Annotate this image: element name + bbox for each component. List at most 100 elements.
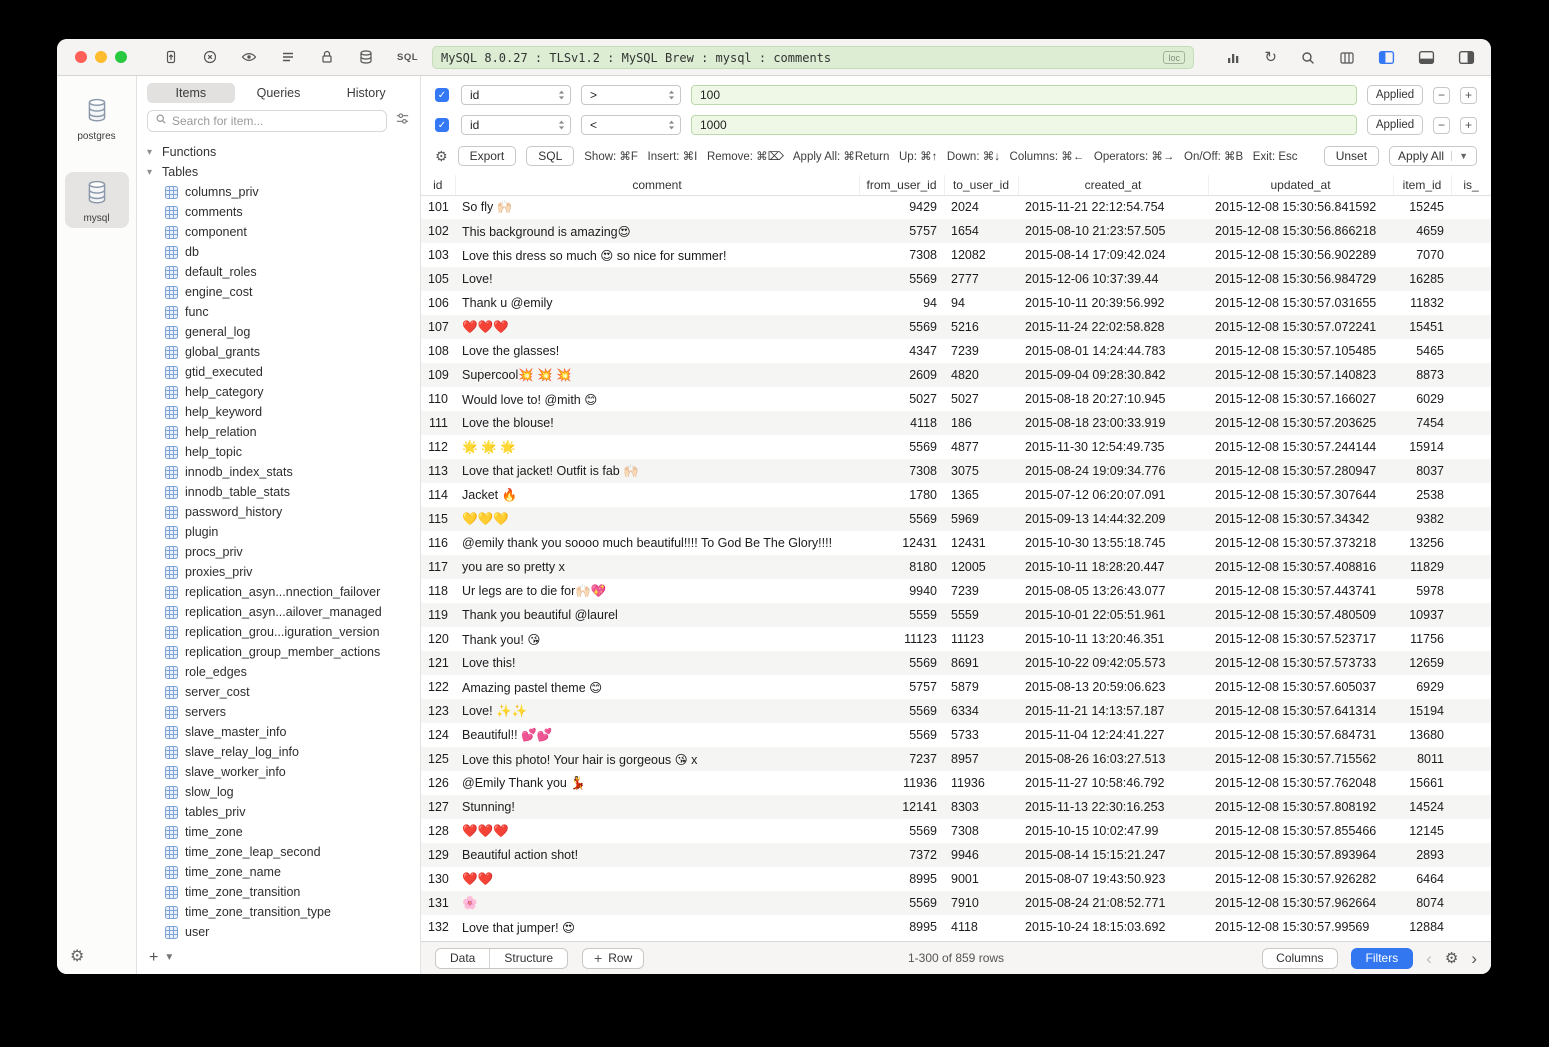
cell-id[interactable]: 110 (421, 387, 455, 411)
cell-to_user_id[interactable]: 7308 (944, 819, 1018, 843)
sql-icon[interactable]: SQL (397, 52, 418, 63)
cell-from_user_id[interactable]: 2609 (859, 363, 944, 387)
cell-item_id[interactable]: 15194 (1393, 699, 1451, 723)
cell-item_id[interactable]: 12145 (1393, 819, 1451, 843)
sidebar-item-innodb_table_stats[interactable]: innodb_table_stats (137, 482, 420, 502)
sidebar-item-time_zone_transition[interactable]: time_zone_transition (137, 882, 420, 902)
cell-item_id[interactable]: 16285 (1393, 267, 1451, 291)
cell-to_user_id[interactable]: 11936 (944, 771, 1018, 795)
cell-id[interactable]: 118 (421, 579, 455, 603)
cell-to_user_id[interactable]: 7910 (944, 891, 1018, 915)
cell-to_user_id[interactable]: 9001 (944, 867, 1018, 891)
cell-from_user_id[interactable]: 5569 (859, 315, 944, 339)
cell-comment[interactable]: Stunning! (455, 795, 859, 819)
table-columns-icon[interactable] (1339, 50, 1355, 66)
cell-created_at[interactable]: 2015-08-26 16:03:27.513 (1018, 747, 1208, 771)
sidebar-item-time_zone_transition_type[interactable]: time_zone_transition_type (137, 902, 420, 922)
columns-button[interactable]: Columns (1262, 948, 1337, 969)
cell-is_[interactable] (1451, 411, 1491, 435)
sidebar-item-time_zone[interactable]: time_zone (137, 822, 420, 842)
cell-item_id[interactable]: 11832 (1393, 291, 1451, 315)
refresh-icon[interactable]: ↻ (1264, 50, 1277, 65)
filter-column-select[interactable]: id (461, 115, 571, 135)
cell-is_[interactable] (1451, 339, 1491, 363)
table-row[interactable]: 123Love! ✨✨556963342015-11-21 14:13:57.1… (421, 699, 1491, 723)
cell-id[interactable]: 114 (421, 483, 455, 507)
cell-is_[interactable] (1451, 387, 1491, 411)
cell-updated_at[interactable]: 2015-12-08 15:30:57.480509 (1208, 603, 1393, 627)
table-row[interactable]: 106Thank u @emily94942015-10-11 20:39:56… (421, 291, 1491, 315)
cell-comment[interactable]: ❤️❤️ (455, 867, 859, 891)
cell-updated_at[interactable]: 2015-12-08 15:30:57.072241 (1208, 315, 1393, 339)
cell-created_at[interactable]: 2015-11-27 10:58:46.792 (1018, 771, 1208, 795)
cell-item_id[interactable]: 15661 (1393, 771, 1451, 795)
cell-created_at[interactable]: 2015-08-18 20:27:10.945 (1018, 387, 1208, 411)
cell-to_user_id[interactable]: 12431 (944, 531, 1018, 555)
cell-to_user_id[interactable]: 8957 (944, 747, 1018, 771)
cell-from_user_id[interactable]: 12431 (859, 531, 944, 555)
cell-item_id[interactable]: 15914 (1393, 435, 1451, 459)
table-row[interactable]: 107❤️❤️❤️556952162015-11-24 22:02:58.828… (421, 315, 1491, 339)
cell-updated_at[interactable]: 2015-12-08 15:30:57.808192 (1208, 795, 1393, 819)
chart-icon[interactable] (1225, 50, 1241, 66)
cell-updated_at[interactable]: 2015-12-08 15:30:57.203625 (1208, 411, 1393, 435)
cell-created_at[interactable]: 2015-10-24 18:15:03.692 (1018, 915, 1208, 939)
sidebar-item-comments[interactable]: comments (137, 202, 420, 222)
cell-updated_at[interactable]: 2015-12-08 15:30:57.280947 (1208, 459, 1393, 483)
cell-to_user_id[interactable]: 12082 (944, 243, 1018, 267)
cell-item_id[interactable]: 14524 (1393, 795, 1451, 819)
sidebar-item-help_keyword[interactable]: help_keyword (137, 402, 420, 422)
cell-is_[interactable] (1451, 843, 1491, 867)
cell-is_[interactable] (1451, 771, 1491, 795)
cell-is_[interactable] (1451, 819, 1491, 843)
cell-to_user_id[interactable]: 11123 (944, 627, 1018, 651)
left-panel-icon[interactable] (1378, 49, 1395, 66)
sidebar-item-db[interactable]: db (137, 242, 420, 262)
column-header-updated_at[interactable]: updated_at (1208, 175, 1393, 195)
cell-from_user_id[interactable]: 5569 (859, 723, 944, 747)
cell-id[interactable]: 131 (421, 891, 455, 915)
table-row[interactable]: 119Thank you beautiful @laurel5559555920… (421, 603, 1491, 627)
cell-comment[interactable]: So fly 🙌🏻 (455, 195, 859, 219)
cell-item_id[interactable]: 10937 (1393, 603, 1451, 627)
sidebar-item-general_log[interactable]: general_log (137, 322, 420, 342)
add-row-button[interactable]: + Row (582, 948, 644, 969)
cell-is_[interactable] (1451, 579, 1491, 603)
cell-id[interactable]: 116 (421, 531, 455, 555)
cell-is_[interactable] (1451, 267, 1491, 291)
cell-comment[interactable]: Love that jacket! Outfit is fab 🙌🏻 (455, 459, 859, 483)
cell-to_user_id[interactable]: 5969 (944, 507, 1018, 531)
sidebar-item-time_zone_name[interactable]: time_zone_name (137, 862, 420, 882)
table-row[interactable]: 101So fly 🙌🏻942920242015-11-21 22:12:54.… (421, 195, 1491, 219)
cell-is_[interactable] (1451, 243, 1491, 267)
tree-group-tables[interactable]: ▾Tables (137, 162, 420, 182)
cell-comment[interactable]: Ur legs are to die for🙌🏻💖 (455, 579, 859, 603)
cell-comment[interactable]: Jacket 🔥 (455, 483, 859, 507)
cell-updated_at[interactable]: 2015-12-08 15:30:57.140823 (1208, 363, 1393, 387)
cell-from_user_id[interactable]: 8995 (859, 915, 944, 939)
cell-created_at[interactable]: 2015-11-24 22:02:58.828 (1018, 315, 1208, 339)
cell-created_at[interactable]: 2015-11-13 22:30:16.253 (1018, 795, 1208, 819)
cell-from_user_id[interactable]: 4118 (859, 411, 944, 435)
sidebar-item-slave_worker_info[interactable]: slave_worker_info (137, 762, 420, 782)
cell-comment[interactable]: Beautiful!! 💕💕 (455, 723, 859, 747)
cell-id[interactable]: 115 (421, 507, 455, 531)
connect-icon[interactable] (163, 49, 179, 65)
table-row[interactable]: 109Supercool💥 💥 💥260948202015-09-04 09:2… (421, 363, 1491, 387)
cell-id[interactable]: 107 (421, 315, 455, 339)
cell-item_id[interactable]: 4659 (1393, 219, 1451, 243)
filter-column-select[interactable]: id (461, 85, 571, 105)
tab-structure[interactable]: Structure (489, 949, 567, 968)
cell-to_user_id[interactable]: 8303 (944, 795, 1018, 819)
search-input[interactable] (172, 114, 379, 128)
cell-item_id[interactable]: 8011 (1393, 747, 1451, 771)
sidebar-item-user[interactable]: user (137, 922, 420, 941)
cell-item_id[interactable]: 15245 (1393, 195, 1451, 219)
filter-value-input[interactable] (691, 115, 1357, 135)
add-filter-button[interactable]: + (1460, 87, 1477, 104)
cell-created_at[interactable]: 2015-10-11 20:39:56.992 (1018, 291, 1208, 315)
right-panel-icon[interactable] (1458, 49, 1475, 66)
table-row[interactable]: 103Love this dress so much 😍 so nice for… (421, 243, 1491, 267)
cell-comment[interactable]: Love this dress so much 😍 so nice for su… (455, 243, 859, 267)
table-row[interactable]: 122Amazing pastel theme 😊575758792015-08… (421, 675, 1491, 699)
